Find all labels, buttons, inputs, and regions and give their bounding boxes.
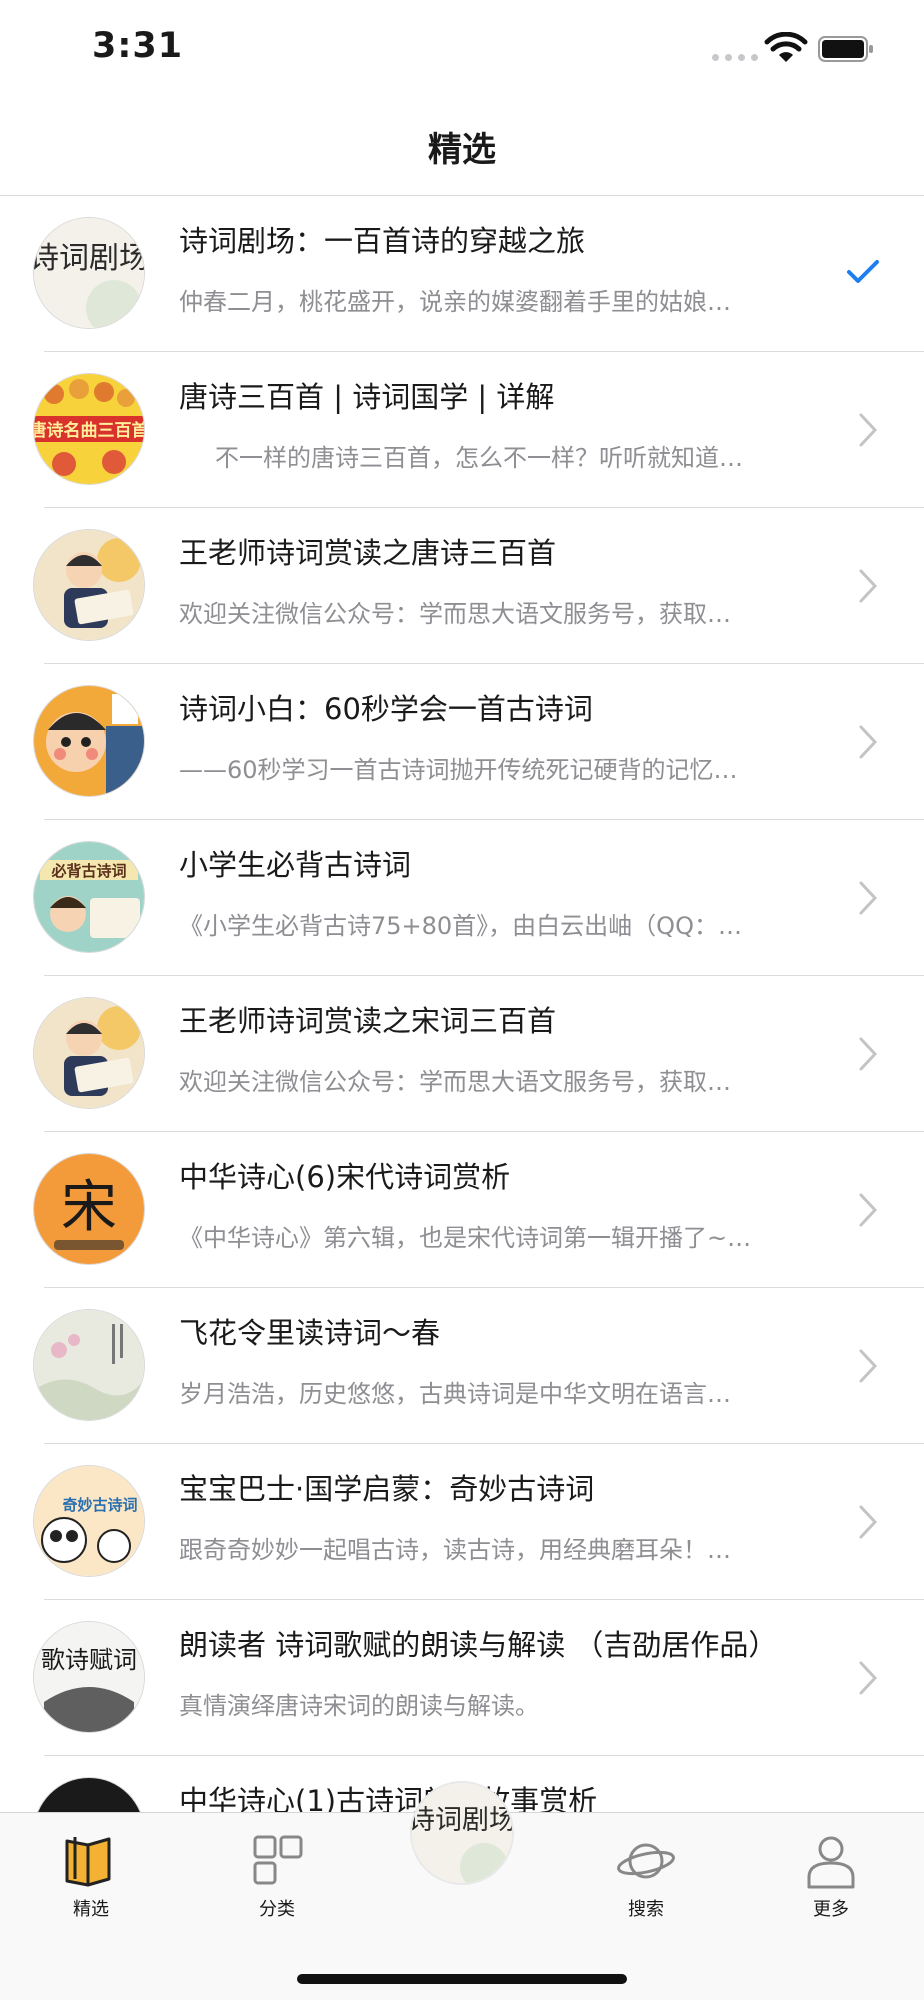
list-item[interactable]: 奇妙古诗词 宝宝巴士·国学启蒙：奇妙古诗词 跟奇奇妙妙一起唱古诗，读古诗，用经典… <box>0 1444 924 1600</box>
tab-featured[interactable]: 精选 <box>31 1813 151 1923</box>
avatar-logo-text: 唐诗名曲三百首 <box>34 420 144 441</box>
navigation-header: 精选 <box>0 100 924 196</box>
chevron-right-icon <box>859 413 878 447</box>
tab-search[interactable]: 搜索 <box>586 1813 706 1923</box>
status-bar: 3:31 <box>0 0 924 100</box>
page-title: 精选 <box>428 130 496 170</box>
poetry-theater-logo-icon: 诗词剧场 <box>412 1783 512 1883</box>
list-item[interactable]: 必背古诗词 小学生必背古诗词 《小学生必背古诗75+80首》，由白云出岫（QQ：… <box>0 820 924 976</box>
list-item-subtitle: 真情演绎唐诗宋词的朗读与解读。 <box>179 1692 539 1720</box>
pupil-poems-cover-icon: 必背古诗词 <box>34 842 144 952</box>
list-item-title: 诗词小白：60秒学会一首古诗词 <box>179 692 593 726</box>
chevron-right-icon <box>859 569 878 603</box>
book-icon <box>65 1837 111 1887</box>
chinese-poetry-cover-icon <box>34 1778 144 1812</box>
list-item[interactable]: 歌诗赋词 朗读者 诗词歌赋的朗读与解读 （吉劭居作品） 真情演绎唐诗宋词的朗读与… <box>0 1600 924 1756</box>
list-item-subtitle: 跟奇奇妙妙一起唱古诗，读古诗，用经典磨耳朵！… <box>179 1536 731 1564</box>
tab-label: 分类 <box>259 1899 295 1920</box>
home-indicator <box>297 1974 627 1984</box>
chevron-right-icon <box>859 1505 878 1539</box>
wifi-icon <box>764 32 808 62</box>
list-item[interactable]: 唐诗名曲三百首 唐诗三百首 | 诗词国学 | 详解 不一样的唐诗三百首，怎么不一… <box>0 352 924 508</box>
checkmark-icon <box>847 260 879 283</box>
avatar-logo-text: 必背古诗词 <box>50 862 126 880</box>
tab-categories[interactable]: 分类 <box>217 1813 337 1923</box>
teacher-wang-cover-icon <box>34 530 144 640</box>
list-item-subtitle: 岁月浩浩，历史悠悠，古典诗词是中华文明在语言… <box>179 1380 731 1408</box>
chevron-right-icon <box>859 725 878 759</box>
list-item-subtitle: 欢迎关注微信公众号：学而思大语文服务号，获取… <box>179 1068 731 1096</box>
list-item-title: 王老师诗词赏读之唐诗三百首 <box>179 536 557 570</box>
list-item-subtitle: 不一样的唐诗三百首，怎么不一样？听听就知道… <box>215 444 743 472</box>
person-icon <box>807 1836 855 1889</box>
chevron-right-icon <box>859 1661 878 1695</box>
chevron-right-icon <box>859 1349 878 1383</box>
feihualing-cover-icon <box>34 1310 144 1420</box>
tab-label: 搜索 <box>628 1899 664 1920</box>
tab-center-logo[interactable]: 诗词剧场 <box>412 1783 512 1883</box>
avatar-logo-text: 诗词剧场 <box>34 241 144 276</box>
planet-icon <box>617 1843 675 1879</box>
list-item-subtitle: ——60秒学习一首古诗词抛开传统死记硬背的记忆… <box>179 756 738 784</box>
battery-icon <box>818 36 873 62</box>
chevron-right-icon <box>859 1193 878 1227</box>
center-logo-text: 诗词剧场 <box>412 1805 512 1836</box>
grid-icon <box>253 1835 303 1885</box>
list-item-subtitle: 《中华诗心》第六辑，也是宋代诗词第一辑开播了~… <box>179 1224 752 1252</box>
status-time: 3:31 <box>92 26 184 66</box>
album-list[interactable]: 诗词剧场 诗词剧场：一百首诗的穿越之旅 仲春二月，桃花盛开，说亲的媒婆翻着手里的… <box>0 196 924 1812</box>
list-item-subtitle: 《小学生必背古诗75+80首》，由白云出岫（QQ：… <box>179 912 742 940</box>
list-item[interactable]: 宋 中华诗心(6)宋代诗词赏析 《中华诗心》第六辑，也是宋代诗词第一辑开播了~… <box>0 1132 924 1288</box>
list-item[interactable]: 飞花令里读诗词～春 岁月浩浩，历史悠悠，古典诗词是中华文明在语言… <box>0 1288 924 1444</box>
tab-more[interactable]: 更多 <box>771 1813 891 1923</box>
list-item[interactable]: 诗词小白：60秒学会一首古诗词 ——60秒学习一首古诗词抛开传统死记硬背的记忆… <box>0 664 924 820</box>
teacher-wang-cover-icon <box>34 998 144 1108</box>
list-item-title: 宝宝巴士·国学启蒙：奇妙古诗词 <box>179 1472 595 1506</box>
poetry-beginner-cover-icon <box>34 686 144 796</box>
tab-bar: 精选 分类 诗词剧场 搜索 更多 <box>0 1783 924 2000</box>
avatar-logo-text: 歌诗赋词 <box>41 1646 137 1674</box>
chevron-right-icon <box>859 1037 878 1071</box>
babybus-cover-icon: 奇妙古诗词 <box>34 1466 144 1576</box>
list-item-title: 飞花令里读诗词～春 <box>179 1316 441 1350</box>
list-item-subtitle: 仲春二月，桃花盛开，说亲的媒婆翻着手里的姑娘… <box>179 288 731 316</box>
list-item-title: 小学生必背古诗词 <box>179 848 412 882</box>
list-item[interactable]: 诗词剧场 诗词剧场：一百首诗的穿越之旅 仲春二月，桃花盛开，说亲的媒婆翻着手里的… <box>0 196 924 352</box>
reader-cover-icon: 歌诗赋词 <box>34 1622 144 1732</box>
list-item-title: 中华诗心(6)宋代诗词赏析 <box>179 1160 511 1194</box>
list-item-title: 诗词剧场：一百首诗的穿越之旅 <box>179 224 586 258</box>
tang-poems-cover-icon: 唐诗名曲三百首 <box>34 374 144 484</box>
list-item-title: 朗读者 诗词歌赋的朗读与解读 （吉劭居作品） <box>179 1628 778 1662</box>
list-item-title: 王老师诗词赏读之宋词三百首 <box>179 1004 557 1038</box>
avatar-logo-text: 宋 <box>61 1175 117 1240</box>
list-item-subtitle: 欢迎关注微信公众号：学而思大语文服务号，获取… <box>179 600 731 628</box>
avatar-logo-text: 奇妙古诗词 <box>62 1496 137 1514</box>
tab-label: 更多 <box>813 1899 849 1920</box>
poetry-theater-logo-icon: 诗词剧场 <box>34 218 144 328</box>
tab-label: 精选 <box>73 1899 109 1920</box>
list-item[interactable]: 王老师诗词赏读之宋词三百首 欢迎关注微信公众号：学而思大语文服务号，获取… <box>0 976 924 1132</box>
cellular-signal-icon <box>712 54 758 61</box>
chevron-right-icon <box>859 881 878 915</box>
list-item-title: 唐诗三百首 | 诗词国学 | 详解 <box>179 380 555 414</box>
list-item[interactable]: 王老师诗词赏读之唐诗三百首 欢迎关注微信公众号：学而思大语文服务号，获取… <box>0 508 924 664</box>
song-poetry-cover-icon: 宋 <box>34 1154 144 1264</box>
